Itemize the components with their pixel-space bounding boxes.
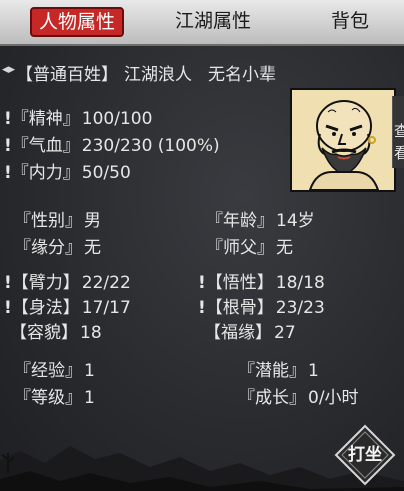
info-value: 无 xyxy=(276,238,293,258)
vital-label: 『气血』 xyxy=(11,136,80,156)
attr-value: 27 xyxy=(274,323,296,343)
info-label: 『师父』 xyxy=(206,238,274,258)
rank-label: 【普通百姓】 xyxy=(16,65,118,85)
info-value: 男 xyxy=(84,211,101,231)
growth-value: 1 xyxy=(84,361,95,381)
alert-icon: ! xyxy=(198,273,206,293)
attr-agility: !【身法】 17/17 xyxy=(4,293,131,318)
attr-label: 【悟性】 xyxy=(205,273,274,293)
attr-fortune: 【福缘】 27 xyxy=(204,318,296,343)
character-epithet: 无名小辈 xyxy=(208,65,276,85)
attr-value: 22/22 xyxy=(81,273,131,293)
attr-label: 【根骨】 xyxy=(205,298,274,318)
vital-row-health: !『气血』 230/230 (100%) xyxy=(4,131,220,156)
tab-character-attributes[interactable]: 人物属性 xyxy=(30,7,124,37)
vital-value: 50/50 xyxy=(81,163,131,183)
toggle-arrows-icon[interactable]: ◂▸ xyxy=(2,62,16,78)
info-label: 『性别』 xyxy=(14,211,82,231)
growth-label: 『成长』 xyxy=(238,388,306,408)
growth-experience: 『经验』 1 xyxy=(14,356,95,381)
info-fate: 『缘分』无 xyxy=(14,233,101,258)
alert-icon: ! xyxy=(4,298,12,318)
alert-icon: ! xyxy=(198,298,206,318)
view-side-label-1: 查 xyxy=(394,122,404,140)
tab-backpack[interactable]: 背包 xyxy=(320,8,380,34)
info-gender: 『性别』男 xyxy=(14,206,101,231)
character-portrait[interactable] xyxy=(290,88,396,192)
attr-strength: !【臂力】 22/22 xyxy=(4,268,131,293)
alert-icon: ! xyxy=(4,163,12,183)
meditate-label: 打坐 xyxy=(348,445,382,465)
attr-value: 18/18 xyxy=(275,273,325,293)
attr-comprehension: !【悟性】 18/18 xyxy=(198,268,325,293)
attr-appearance: 【容貌】 18 xyxy=(10,318,102,343)
attr-label: 【福缘】 xyxy=(204,323,272,343)
growth-value: 1 xyxy=(308,361,319,381)
tab-jianghu-attributes[interactable]: 江湖属性 xyxy=(168,8,258,34)
alert-icon: ! xyxy=(4,136,12,156)
vital-value: 230/230 (100%) xyxy=(81,136,220,156)
character-header: 【普通百姓】 江湖浪人 无名小辈 xyxy=(16,60,276,85)
info-label: 『缘分』 xyxy=(14,238,82,258)
alert-icon: ! xyxy=(4,273,12,293)
info-value: 14岁 xyxy=(276,211,315,231)
info-master: 『师父』无 xyxy=(206,233,293,258)
growth-label: 『等级』 xyxy=(14,388,82,408)
attr-label: 【容貌】 xyxy=(10,323,78,343)
vital-row-spirit: !『精神』 100/100 xyxy=(4,104,152,129)
alert-icon: ! xyxy=(4,109,12,129)
attr-value: 17/17 xyxy=(81,298,131,318)
info-age: 『年龄』 14岁 xyxy=(206,206,315,231)
info-label: 『年龄』 xyxy=(206,211,274,231)
bald-bearded-man-portrait xyxy=(308,100,380,191)
meditate-button[interactable]: 打坐 xyxy=(334,424,396,486)
view-side-label-2: 看 xyxy=(394,144,404,162)
growth-potential: 『潜能』 1 xyxy=(238,356,319,381)
growth-level: 『等级』 1 xyxy=(14,383,95,408)
attr-label: 【臂力】 xyxy=(11,273,80,293)
character-title: 江湖浪人 xyxy=(124,65,192,85)
attr-value: 18 xyxy=(80,323,102,343)
attr-value: 23/23 xyxy=(275,298,325,318)
attr-label: 【身法】 xyxy=(11,298,80,318)
growth-label: 『经验』 xyxy=(14,361,82,381)
info-value: 无 xyxy=(84,238,101,258)
vital-label: 『精神』 xyxy=(11,109,80,129)
vital-label: 『内力』 xyxy=(11,163,80,183)
growth-label: 『潜能』 xyxy=(238,361,306,381)
vital-row-internal-power: !『内力』 50/50 xyxy=(4,158,131,183)
growth-rate: 『成长』 0/小时 xyxy=(238,383,359,408)
growth-value: 1 xyxy=(84,388,95,408)
attr-constitution: !【根骨】 23/23 xyxy=(198,293,325,318)
vital-value: 100/100 xyxy=(81,109,153,129)
growth-value: 0/小时 xyxy=(308,388,359,408)
tab-bar: 人物属性 江湖属性 背包 xyxy=(0,0,404,46)
